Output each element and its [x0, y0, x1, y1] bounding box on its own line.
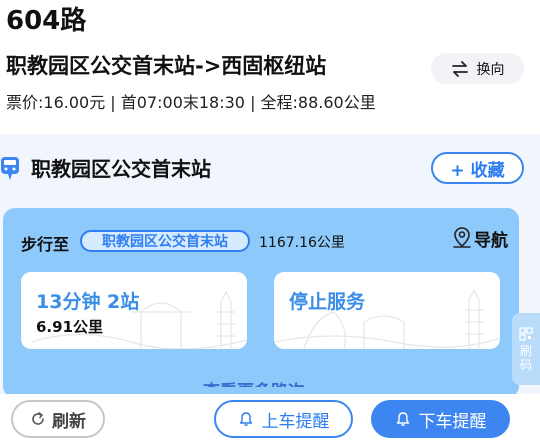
favorite-button[interactable]: + 收藏	[431, 152, 524, 184]
swap-direction-button[interactable]: 换向	[431, 53, 524, 84]
alighting-reminder-button[interactable]: 下车提醒	[371, 400, 510, 438]
route-info: 票价:16.00元 | 首07:00末18:30 | 全程:88.60公里	[6, 93, 376, 112]
boarding-reminder-label: 上车提醒	[261, 411, 330, 432]
bus-stop-icon	[1, 157, 19, 180]
scan-code-tab[interactable]: 刷 码	[512, 313, 540, 385]
bus-eta-card[interactable]: 13分钟 2站 6.91公里	[21, 272, 247, 349]
scan-code-label-2: 码	[519, 357, 532, 372]
scan-code-label-1: 刷	[519, 343, 532, 358]
alighting-reminder-label: 下车提醒	[418, 411, 487, 432]
bus-eta-time: 13分钟 2站	[36, 291, 140, 313]
refresh-icon	[32, 412, 44, 425]
bell-icon	[396, 412, 409, 426]
bus-eta-card[interactable]: 停止服务	[274, 272, 500, 349]
route-direction: 职教园区公交首末站->西固枢纽站	[6, 54, 327, 78]
qr-code-icon	[519, 326, 533, 341]
bus-eta-distance: 6.91公里	[36, 318, 104, 336]
walk-label: 步行至	[21, 235, 70, 254]
refresh-button[interactable]: 刷新	[11, 400, 105, 438]
swap-label: 换向	[476, 61, 505, 78]
swap-icon	[451, 60, 468, 77]
bus-status: 停止服务	[289, 291, 366, 313]
stop-name: 职教园区公交首末站	[31, 157, 211, 181]
walk-distance: 1167.16公里	[259, 235, 345, 251]
boarding-reminder-button[interactable]: 上车提醒	[214, 400, 353, 438]
route-title: 604路	[6, 6, 87, 36]
location-pin-icon	[453, 227, 471, 248]
navigate-label: 导航	[474, 230, 508, 251]
navigate-button[interactable]: 导航	[452, 225, 514, 251]
bell-icon	[239, 412, 252, 426]
walk-stop-badge[interactable]: 职教园区公交首末站	[80, 230, 250, 252]
more-buses-link[interactable]: 查看更多路次	[203, 377, 305, 387]
refresh-label: 刷新	[52, 411, 86, 432]
favorite-label: + 收藏	[450, 160, 505, 181]
